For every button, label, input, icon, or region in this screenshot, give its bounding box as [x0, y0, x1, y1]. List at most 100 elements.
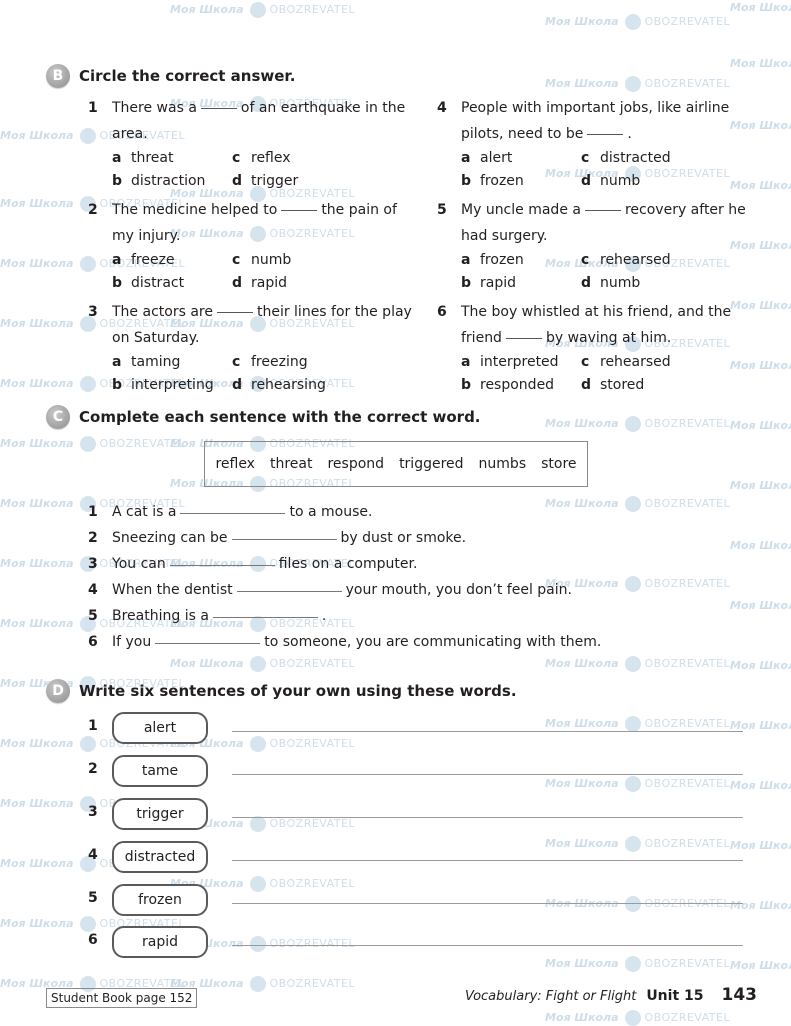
answer-blank[interactable]	[281, 210, 318, 211]
answer-option[interactable]: d trigger	[232, 170, 382, 193]
watermark-text: Моя Школа	[730, 539, 791, 552]
answer-option[interactable]: c freezing	[232, 351, 382, 374]
watermark: Моя ШколаOBOZREVATEL	[545, 496, 730, 512]
option-text: numb	[251, 252, 292, 268]
sentence-number: 6	[88, 634, 98, 650]
answer-blank[interactable]	[587, 134, 624, 135]
word-pill: frozen	[112, 884, 208, 916]
answer-option[interactable]: b distract	[112, 272, 232, 295]
watermark-logo-icon	[624, 656, 641, 672]
option-text: interpreted	[480, 354, 559, 370]
option-text: distraction	[131, 173, 206, 189]
writing-line[interactable]	[232, 731, 743, 732]
answer-option[interactable]: c reflex	[232, 147, 382, 170]
question-item: 1 There was a of an earthquake in the area…	[88, 95, 412, 193]
watermark: Моя Школа OBOZREVATEL	[545, 656, 730, 672]
sentence-number: 2	[88, 530, 98, 546]
question-number: 6	[437, 304, 447, 320]
option-text: responded	[480, 377, 555, 393]
answer-option[interactable]: a alert	[461, 147, 581, 170]
watermark-text: Моя Школа	[730, 479, 791, 492]
watermark: Моя ШколаOBOZREVATEL	[730, 478, 791, 494]
watermark-text: Моя Школа	[545, 497, 619, 510]
watermark: Моя ШколаOBOZREVATEL	[545, 576, 730, 592]
item-number: 6	[88, 932, 98, 948]
watermark-text: Моя Школа	[0, 557, 74, 570]
sentence-blank[interactable]	[212, 617, 318, 618]
answer-option[interactable]: b rapid	[461, 272, 581, 295]
section-d-badge: D	[46, 679, 70, 703]
sentence-text-before: You can	[112, 556, 166, 572]
watermark-brand: OBOZREVATEL	[644, 657, 731, 670]
item-number: 5	[88, 890, 98, 906]
option-letter: d	[232, 377, 243, 393]
sentence-blank[interactable]	[155, 643, 261, 644]
option-letter: d	[581, 377, 592, 393]
sentence-blank[interactable]	[169, 565, 275, 566]
writing-line[interactable]	[232, 774, 743, 775]
option-text: distract	[131, 275, 185, 291]
question-number: 2	[88, 202, 98, 218]
answer-option[interactable]: c rehearsed	[581, 249, 731, 272]
sentence-blank[interactable]	[236, 591, 342, 592]
student-book-reference: Student Book page 152	[46, 988, 198, 1008]
option-letter: b	[112, 377, 123, 393]
answer-option[interactable]: d numb	[581, 170, 731, 193]
watermark: Моя ШколаOBOZREVATEL	[545, 76, 730, 92]
option-letter: c	[581, 252, 590, 268]
item-number: 2	[88, 761, 98, 777]
answer-option[interactable]: c distracted	[581, 147, 731, 170]
watermark: Моя ШколаOBOZREVATEL	[170, 976, 355, 992]
watermark: Моя ШколаOBOZREVATEL	[730, 56, 791, 72]
watermark: Моя ШколаOBOZREVATEL	[730, 538, 791, 554]
writing-line[interactable]	[232, 860, 743, 861]
unit-label: Unit 15	[646, 988, 704, 1004]
answer-option[interactable]: b frozen	[461, 170, 581, 193]
sentence-text-before: Breathing is a	[112, 608, 209, 624]
sentence-text-before: When the dentist	[112, 582, 233, 598]
watermark: Моя ШколаOBOZREVATEL	[545, 956, 730, 972]
answer-option[interactable]: c rehearsed	[581, 351, 731, 374]
question-number: 4	[437, 100, 447, 116]
sentence-number: 4	[88, 582, 98, 598]
answer-option[interactable]: b interpreting	[112, 374, 232, 397]
option-text: threat	[131, 150, 174, 166]
answer-option[interactable]: d stored	[581, 374, 731, 397]
writing-line[interactable]	[232, 903, 743, 904]
sentence-item: 6 If you to someone, you are communicating…	[88, 633, 601, 651]
answer-option[interactable]: b distraction	[112, 170, 232, 193]
sentence-blank[interactable]	[231, 539, 337, 540]
watermark-text: Моя Школа	[0, 197, 74, 210]
watermark-text: Моя Школа	[730, 959, 791, 972]
answer-option[interactable]: d rehearsing	[232, 374, 382, 397]
watermark-text: Моя Школа	[545, 657, 619, 670]
answer-option[interactable]: a threat	[112, 147, 232, 170]
answer-blank[interactable]	[505, 338, 542, 339]
sentence-blank[interactable]	[180, 513, 286, 514]
answer-option[interactable]: a taming	[112, 351, 232, 374]
option-text: stored	[600, 377, 645, 393]
page-footer: Vocabulary: Fight or Flight Unit 15 143	[465, 985, 757, 1005]
watermark-brand: OBOZREVATEL	[644, 77, 731, 90]
answer-option[interactable]: a interpreted	[461, 351, 581, 374]
writing-line[interactable]	[232, 817, 743, 818]
option-letter: b	[112, 173, 123, 189]
answer-option[interactable]: a frozen	[461, 249, 581, 272]
answer-option[interactable]: d numb	[581, 272, 731, 295]
question-number: 1	[88, 100, 98, 116]
answer-blank[interactable]	[584, 210, 621, 211]
answer-option[interactable]: c numb	[232, 249, 382, 272]
answer-option[interactable]: b responded	[461, 374, 581, 397]
word-bank-item: triggered	[399, 456, 464, 472]
option-text: frozen	[480, 173, 524, 189]
question-text: The boy whistled at his friend, and the …	[461, 299, 761, 351]
question-text: People with important jobs, like airline…	[461, 95, 761, 147]
answer-blank[interactable]	[216, 312, 253, 313]
watermark-text: Моя Школа	[730, 1, 791, 14]
writing-line[interactable]	[232, 945, 743, 946]
answer-option[interactable]: a freeze	[112, 249, 232, 272]
watermark-logo-icon	[79, 436, 96, 452]
answer-option[interactable]: d rapid	[232, 272, 382, 295]
watermark-logo-icon	[249, 656, 266, 672]
answer-blank[interactable]	[200, 108, 237, 109]
